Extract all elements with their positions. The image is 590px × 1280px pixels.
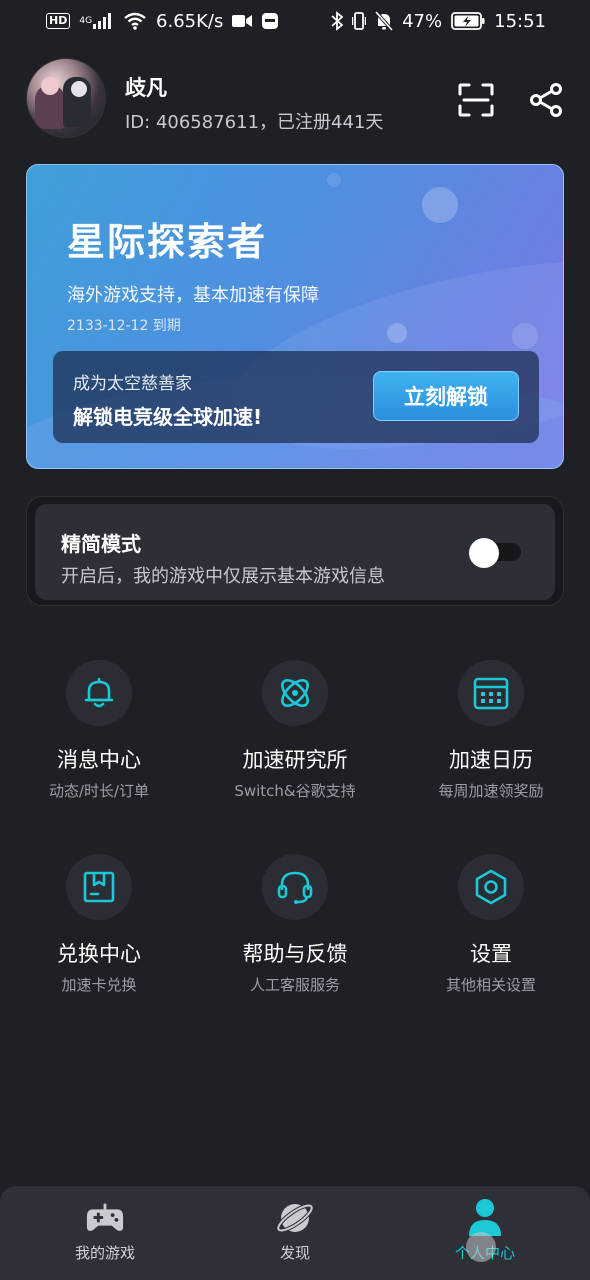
calendar-icon bbox=[473, 677, 509, 710]
signal-icon: 4G bbox=[79, 13, 114, 29]
share-icon bbox=[530, 83, 562, 117]
simple-mode-card: 精简模式 开启后，我的游戏中仅展示基本游戏信息 bbox=[35, 504, 555, 600]
unlock-panel: 成为太空慈善家 解锁电竞级全球加速! 立刻解锁 bbox=[53, 351, 539, 443]
simple-mode-toggle[interactable] bbox=[469, 538, 521, 568]
nav-discover[interactable]: 发现 bbox=[220, 1198, 370, 1278]
simple-mode-title: 精简模式 bbox=[61, 532, 141, 556]
unlock-headline: 解锁电竞级全球加速! bbox=[73, 405, 263, 429]
mute-bell-icon bbox=[375, 11, 394, 31]
app-notification-icon bbox=[261, 12, 279, 30]
hd-badge: HD bbox=[46, 13, 71, 29]
battery-icon bbox=[451, 12, 485, 30]
clock: 15:51 bbox=[494, 10, 546, 32]
wifi-icon bbox=[123, 12, 147, 30]
unlock-now-button[interactable]: 立刻解锁 bbox=[373, 371, 519, 421]
membership-description: 海外游戏支持，基本加速有保障 bbox=[67, 285, 319, 306]
username: 歧凡 bbox=[125, 76, 167, 100]
nav-label: 发现 bbox=[279, 1244, 310, 1262]
membership-title: 星际探索者 bbox=[67, 220, 268, 264]
grid-label: 加速日历 bbox=[449, 748, 533, 772]
vibrate-icon bbox=[352, 11, 367, 31]
simple-mode-description: 开启后，我的游戏中仅展示基本游戏信息 bbox=[61, 566, 385, 587]
membership-expiry: 2133-12-12 到期 bbox=[67, 318, 181, 334]
headset-icon bbox=[277, 871, 313, 904]
video-icon bbox=[232, 14, 253, 28]
touch-indicator bbox=[466, 1232, 496, 1262]
grid-sublabel: 动态/时长/订单 bbox=[48, 782, 150, 800]
grid-label: 加速研究所 bbox=[242, 748, 348, 772]
scan-button[interactable] bbox=[456, 80, 496, 120]
grid-sublabel: 每周加速领奖励 bbox=[438, 782, 544, 800]
bottom-nav: 我的游戏 发现 个人中心 bbox=[0, 1186, 590, 1280]
grid-item-redeem[interactable]: 兑换中心 加速卡兑换 bbox=[4, 854, 194, 1004]
grid-sublabel: 其他相关设置 bbox=[445, 976, 536, 994]
grid-item-research[interactable]: 加速研究所 Switch&谷歌支持 bbox=[200, 660, 390, 810]
grid-item-settings[interactable]: 设置 其他相关设置 bbox=[396, 854, 586, 1004]
grid-label: 消息中心 bbox=[57, 748, 141, 772]
membership-banner[interactable]: 星际探索者 海外游戏支持，基本加速有保障 2133-12-12 到期 成为太空慈… bbox=[26, 164, 564, 469]
share-button[interactable] bbox=[526, 80, 566, 120]
gift-box-icon bbox=[83, 871, 115, 903]
network-type: 4G bbox=[79, 15, 93, 26]
grid-sublabel: 加速卡兑换 bbox=[61, 976, 137, 994]
grid-item-help[interactable]: 帮助与反馈 人工客服服务 bbox=[200, 854, 390, 1004]
battery-percent: 47% bbox=[402, 10, 443, 32]
bluetooth-icon bbox=[331, 11, 344, 31]
nav-my-games[interactable]: 我的游戏 bbox=[30, 1198, 180, 1278]
gamepad-icon bbox=[86, 1203, 124, 1231]
grid-label: 兑换中心 bbox=[57, 942, 141, 966]
scan-icon bbox=[458, 83, 494, 117]
grid-label: 设置 bbox=[470, 942, 512, 966]
grid-label: 帮助与反馈 bbox=[242, 942, 348, 966]
simple-mode-section: 精简模式 开启后，我的游戏中仅展示基本游戏信息 bbox=[26, 496, 564, 606]
grid-sublabel: 人工客服服务 bbox=[249, 976, 340, 994]
avatar[interactable] bbox=[26, 58, 106, 138]
nav-label: 我的游戏 bbox=[74, 1244, 135, 1262]
bell-icon bbox=[84, 677, 114, 708]
user-id-line: ID: 406587611，已注册441天 bbox=[125, 112, 384, 133]
unlock-subtitle: 成为太空慈善家 bbox=[73, 374, 192, 394]
grid-sublabel: Switch&谷歌支持 bbox=[234, 782, 356, 800]
grid-item-messages[interactable]: 消息中心 动态/时长/订单 bbox=[4, 660, 194, 810]
planet-icon bbox=[276, 1203, 314, 1233]
profile-header: 歧凡 ID: 406587611，已注册441天 bbox=[26, 58, 566, 140]
grid-item-calendar[interactable]: 加速日历 每周加速领奖励 bbox=[396, 660, 586, 810]
settings-hex-icon bbox=[475, 869, 507, 905]
atom-icon bbox=[281, 679, 309, 707]
network-speed: 6.65K/s bbox=[156, 10, 224, 32]
status-bar: HD 4G 6.65K/s 47% 15:51 bbox=[0, 0, 590, 42]
